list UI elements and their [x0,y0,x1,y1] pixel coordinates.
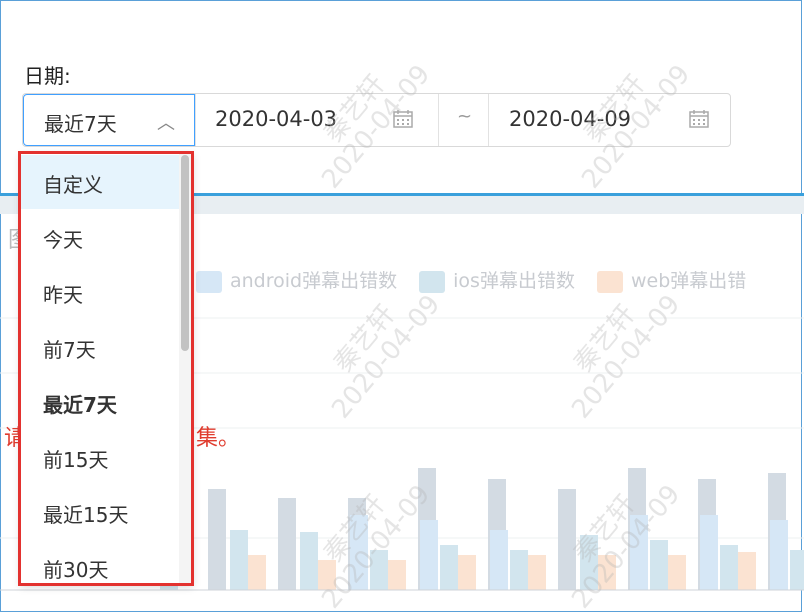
chart-legend: android弹幕出错数 ios弹幕出错数 web弹幕出错 [196,266,762,293]
range-separator: ~ [457,106,473,127]
chart-bar [230,530,248,590]
divider [488,94,489,146]
chart-bar [720,545,738,590]
chart-bar [790,550,804,590]
chart-bar [738,552,756,590]
date-filter-label: 日期: [24,64,71,88]
calendar-icon[interactable] [689,110,709,128]
chart-bar [770,520,788,590]
divider [195,94,196,146]
highlight-outline [18,151,194,586]
chart-bar [388,560,406,590]
legend-item-web[interactable]: web弹幕出错 [597,266,746,293]
chart-bar [650,540,668,590]
warning-text-end: 集。 [196,426,241,451]
divider [438,94,439,146]
chart-bar [700,515,718,590]
preset-select-value: 最近7天 [44,112,117,136]
legend-label: ios弹幕出错数 [453,270,575,292]
chart-bar [668,555,686,590]
chart-bar [420,520,438,590]
preset-select[interactable]: 最近7天 ︿ [23,94,195,146]
legend-label: android弹幕出错数 [230,270,398,292]
chart-bar [278,498,296,590]
chart-bar [248,555,266,590]
legend-swatch [597,270,624,293]
chevron-up-icon: ︿ [157,113,175,134]
legend-swatch [196,270,222,293]
chart-bar [528,555,546,590]
chart-bar [440,545,458,590]
chart-bar [510,550,528,590]
legend-item-ios[interactable]: ios弹幕出错数 [419,266,575,293]
chart-bar [208,489,226,590]
legend-item-android[interactable]: android弹幕出错数 [196,266,397,293]
chart-bar [490,530,508,590]
chart-bar [458,555,476,590]
